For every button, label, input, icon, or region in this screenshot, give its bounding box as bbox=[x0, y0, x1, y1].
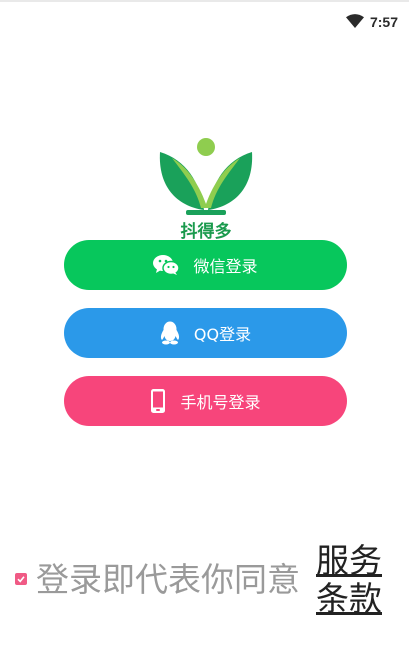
agreement-text: 登录即代表你同意 bbox=[36, 560, 300, 599]
phone-icon bbox=[150, 389, 166, 413]
phone-login-button[interactable]: 手机号登录 bbox=[64, 376, 347, 426]
wechat-login-button[interactable]: 微信登录 bbox=[64, 240, 347, 290]
check-icon bbox=[17, 576, 25, 583]
agreement-checkbox[interactable] bbox=[15, 573, 27, 585]
agreement-row: 登录即代表你同意 服务条款 bbox=[14, 542, 394, 622]
wechat-icon bbox=[153, 254, 180, 276]
top-divider bbox=[0, 0, 409, 2]
status-bar: 7:57 bbox=[345, 12, 398, 32]
terms-link[interactable]: 服务条款 bbox=[316, 542, 388, 618]
qq-icon bbox=[160, 321, 180, 345]
qq-login-button[interactable]: QQ登录 bbox=[64, 308, 347, 358]
app-logo: 抖得多 bbox=[156, 136, 256, 242]
wechat-login-label: 微信登录 bbox=[193, 257, 258, 276]
status-time: 7:57 bbox=[369, 14, 398, 30]
wifi-icon bbox=[345, 13, 364, 32]
phone-login-label: 手机号登录 bbox=[180, 393, 261, 412]
logo-text: 抖得多 bbox=[181, 221, 232, 240]
qq-login-label: QQ登录 bbox=[193, 325, 252, 344]
